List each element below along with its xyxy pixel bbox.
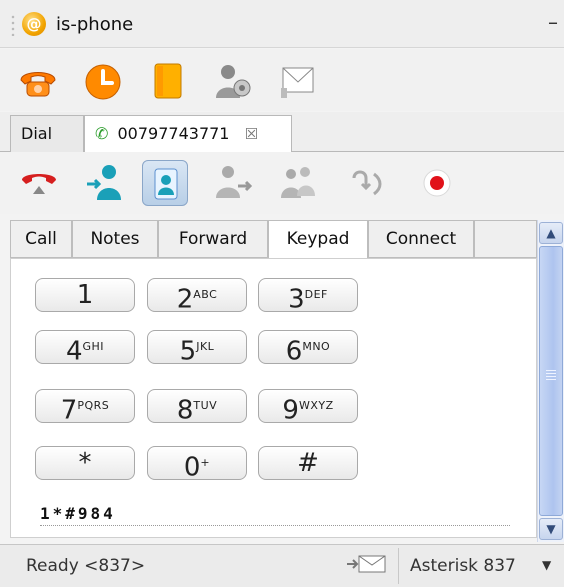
key-digit: # — [297, 448, 319, 478]
key-letters: DEF — [304, 288, 328, 301]
tab-empty — [474, 220, 537, 258]
dialed-digits: 1*#984 — [40, 504, 510, 526]
scroll-up-icon[interactable]: ▲ — [539, 222, 563, 244]
key-letters: MNO — [302, 340, 331, 353]
key-digit: 2 — [176, 284, 194, 315]
transfer-in-icon[interactable] — [83, 160, 129, 206]
scroll-grip-icon — [546, 370, 556, 382]
tab-call[interactable]: Call — [10, 220, 72, 258]
key-letters: PQRS — [77, 399, 110, 412]
key-digit: 0 — [183, 452, 201, 483]
status-text: Ready <837> — [26, 556, 146, 576]
history-clock-icon[interactable] — [80, 58, 126, 104]
key-1[interactable]: 1 — [35, 278, 135, 312]
close-tab-icon[interactable]: ☒ — [245, 125, 258, 143]
key-digit: 3 — [288, 284, 305, 315]
tab-dial-label: Dial — [21, 124, 53, 143]
tab-keypad[interactable]: Keypad — [268, 220, 368, 259]
tab-call-number: 00797743771 — [117, 124, 230, 143]
key-9[interactable]: 9WXYZ — [258, 389, 358, 426]
key-5[interactable]: 5JKL — [147, 330, 247, 367]
settings-user-icon[interactable] — [210, 58, 256, 104]
chevron-down-icon[interactable]: ▼ — [542, 558, 551, 572]
drag-grip-icon[interactable] — [10, 14, 16, 36]
addressbook-icon[interactable] — [145, 58, 191, 104]
key-digit: 7 — [60, 395, 78, 426]
key-letters: + — [200, 456, 211, 469]
record-icon[interactable] — [414, 160, 460, 206]
app-title: is-phone — [56, 14, 134, 35]
conference-icon[interactable] — [275, 160, 321, 206]
key-digit: 9 — [282, 395, 299, 426]
key-2[interactable]: 2ABC — [147, 278, 247, 315]
redirect-icon[interactable] — [344, 160, 390, 206]
tab-forward[interactable]: Forward — [158, 220, 268, 258]
account-selector[interactable]: Asterisk 837 — [410, 556, 516, 576]
key-3[interactable]: 3DEF — [258, 278, 358, 315]
key-digit: 6 — [285, 336, 303, 367]
app-logo-icon: @ — [22, 12, 46, 36]
key-digit: * — [78, 448, 92, 478]
key-digit: 1 — [76, 280, 94, 310]
key-star[interactable]: * — [35, 446, 135, 480]
call-active-icon: ✆ — [95, 124, 109, 143]
contact-card-icon[interactable] — [142, 160, 188, 206]
key-letters: WXYZ — [298, 399, 334, 412]
transfer-user-icon[interactable] — [208, 160, 254, 206]
tab-dial[interactable]: Dial — [10, 115, 84, 152]
key-letters: GHI — [82, 340, 105, 353]
key-letters: TUV — [193, 399, 218, 412]
key-digit: 4 — [65, 336, 83, 367]
scroll-down-icon[interactable]: ▼ — [539, 518, 563, 540]
minimize-button[interactable]: – — [548, 10, 558, 34]
key-digit: 8 — [176, 395, 194, 426]
voicemail-icon[interactable] — [345, 553, 389, 575]
tab-notes[interactable]: Notes — [72, 220, 158, 258]
key-8[interactable]: 8TUV — [147, 389, 247, 426]
key-letters: ABC — [193, 288, 218, 301]
key-6[interactable]: 6MNO — [258, 330, 358, 367]
key-7[interactable]: 7PQRS — [35, 389, 135, 426]
status-separator — [398, 548, 399, 584]
key-hash[interactable]: # — [258, 446, 358, 480]
tab-active-call[interactable]: ✆ 00797743771 ☒ — [84, 115, 292, 153]
key-0[interactable]: 0+ — [147, 446, 247, 483]
message-icon[interactable] — [275, 58, 321, 104]
key-letters: JKL — [196, 340, 215, 353]
tab-connect[interactable]: Connect — [368, 220, 474, 258]
hangup-icon[interactable] — [16, 160, 62, 206]
key-4[interactable]: 4GHI — [35, 330, 135, 367]
key-digit: 5 — [179, 336, 197, 367]
phone-icon[interactable] — [15, 58, 61, 104]
